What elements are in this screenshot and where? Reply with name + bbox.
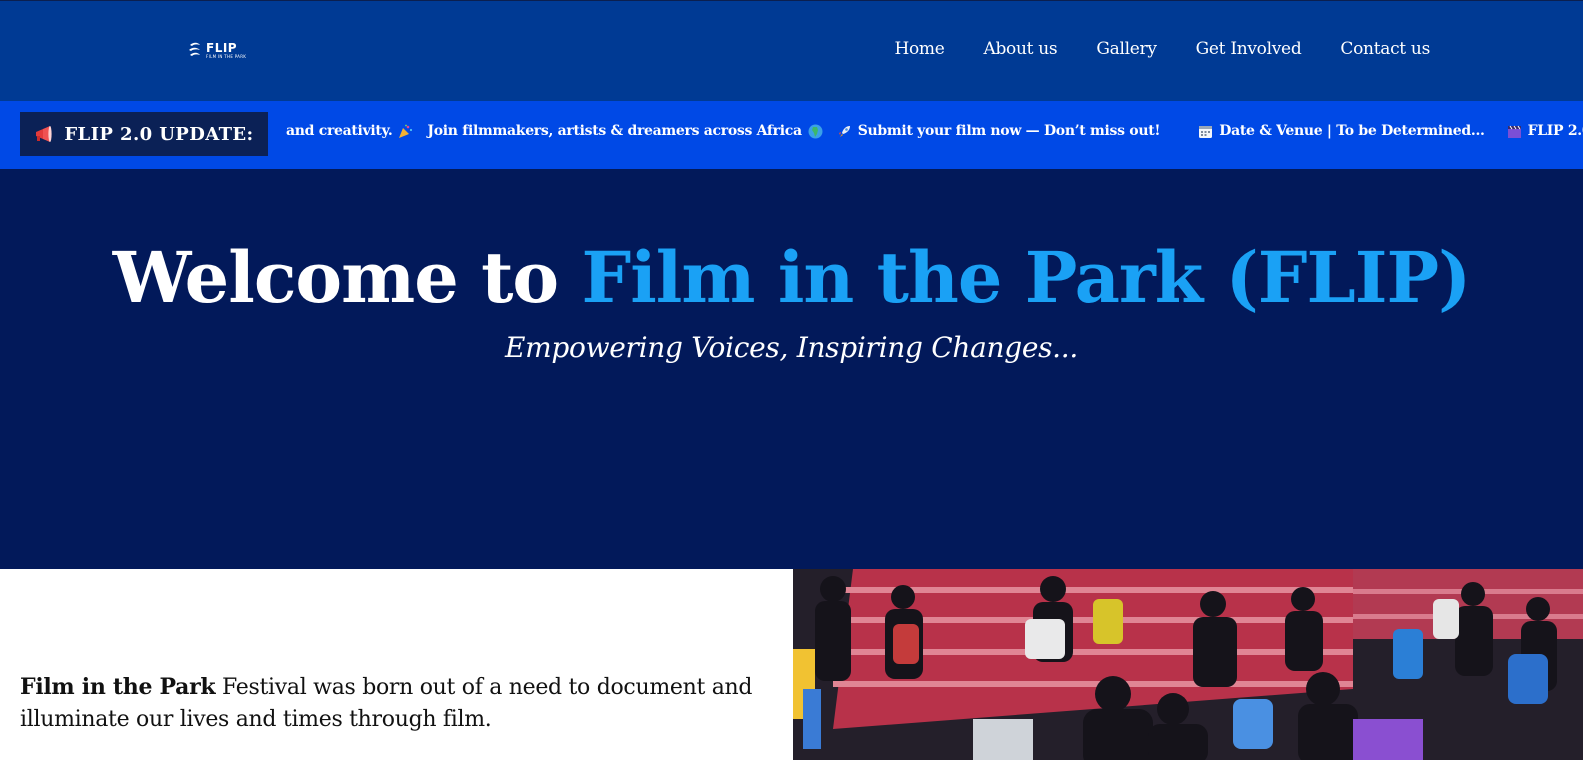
logo-text: FLIP [206,40,238,55]
ticker-item[interactable]: and creativity. [286,123,413,139]
globe-africa-icon [808,124,823,138]
hero-title: Welcome to Film in the Park (FLIP) [112,236,1472,319]
ticker-item[interactable]: Date & Venue | To be Determined... [1198,123,1485,139]
nav-link-contact-us[interactable]: Contact us [1340,39,1430,59]
hero-title-highlight: Film in the Park (FLIP) [581,236,1472,319]
calendar-icon [1199,125,1213,138]
rocket-icon [838,125,850,137]
flip-logo[interactable]: FLIP FILM IN THE PARK [187,39,267,61]
logo-mark-icon [189,42,200,56]
ticker-label-text: FLIP 2.0 UPDATE: [64,123,254,145]
ticker-item[interactable]: FLIP 2.0: A big [1507,123,1583,139]
nav-link-gallery[interactable]: Gallery [1096,39,1157,59]
megaphone-icon [36,126,52,142]
hero-subtitle: Empowering Voices, Inspiring Changes... [505,331,1078,364]
hero-section: Welcome to Film in the Park (FLIP) Empow… [0,169,1583,569]
ticker-item[interactable]: Join filmmakers, artists & dreamers acro… [427,123,823,139]
logo-subtext: FILM IN THE PARK [206,53,247,59]
nav-link-home[interactable]: Home [894,39,944,59]
about-bold-lead: Film in the Park [20,674,216,700]
festival-crowd-photo [793,569,1583,760]
ticker-item[interactable]: Submit your film now — Don’t miss out! [837,123,1161,139]
ticker-track: and creativity. Join filmmakers, artists… [286,101,1583,169]
nav-link-get-involved[interactable]: Get Involved [1196,39,1302,59]
party-popper-icon [399,124,413,138]
clapperboard-icon [1507,125,1521,138]
main-nav: Home About us Gallery Get Involved Conta… [894,39,1430,59]
about-section: Film in the Park Festival was born out o… [0,569,1583,760]
news-ticker: FLIP 2.0 UPDATE: and creativity. Join fi… [0,101,1583,169]
ticker-label: FLIP 2.0 UPDATE: [20,112,268,156]
nav-link-about-us[interactable]: About us [984,39,1058,59]
about-paragraph: Film in the Park Festival was born out o… [20,674,753,732]
top-navbar: FLIP FILM IN THE PARK Home About us Gall… [0,0,1583,101]
